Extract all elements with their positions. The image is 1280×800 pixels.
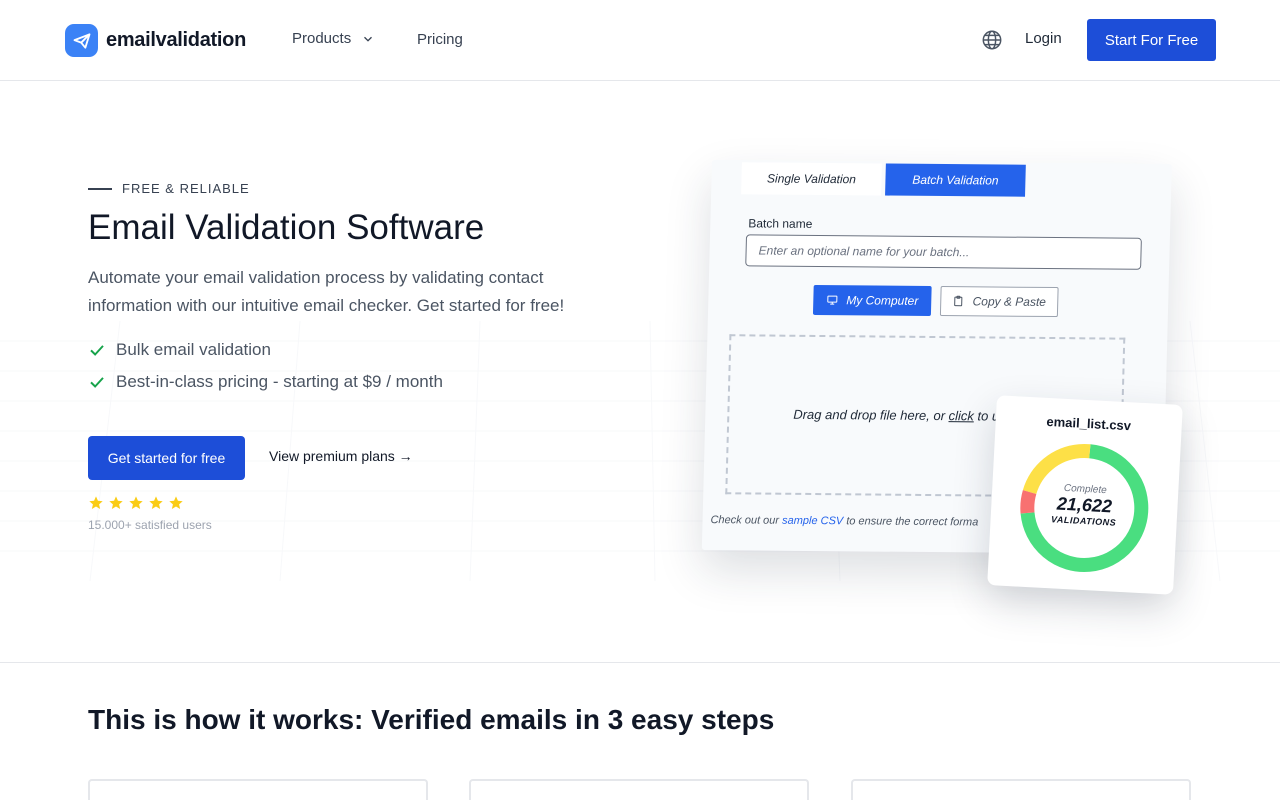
star-icon (129, 496, 143, 509)
star-icon (169, 496, 183, 509)
copy-paste-button[interactable]: Copy & Paste (939, 286, 1059, 318)
sample-csv-link[interactable]: sample CSV (782, 515, 843, 528)
my-computer-label: My Computer (846, 293, 919, 308)
check-icon (90, 345, 104, 356)
view-premium-plans-link[interactable]: View premium plans → (269, 448, 413, 464)
dropzone-text: Drag and drop file here, or click to upl (793, 406, 1010, 424)
clipboard-icon (954, 295, 963, 307)
star-icon (109, 496, 123, 509)
hero-eyebrow: FREE & RELIABLE (88, 181, 250, 196)
star-icon (89, 496, 103, 509)
nav-products-dropdown[interactable]: Products (292, 30, 375, 47)
step-card (88, 779, 428, 800)
step-card (469, 779, 809, 800)
eyebrow-dash (88, 187, 112, 190)
eyebrow-text: FREE & RELIABLE (122, 181, 250, 196)
rating-stars (88, 495, 184, 511)
paper-plane-icon (65, 24, 98, 57)
donut-center-label: Complete 21,622 VALIDATIONS (1015, 480, 1153, 529)
csv-filename: email_list.csv (1046, 413, 1132, 434)
start-for-free-button[interactable]: Start For Free (1087, 19, 1216, 61)
click-upload-link[interactable]: click (948, 408, 974, 423)
step-card (851, 779, 1191, 800)
satisfied-users-text: 15.000+ satisfied users (88, 518, 212, 532)
copy-paste-label: Copy & Paste (972, 294, 1047, 309)
monitor-icon (827, 295, 838, 305)
batch-name-input[interactable]: Enter an optional name for your batch... (745, 234, 1142, 270)
hero-title: Email Validation Software (88, 208, 485, 247)
top-navbar: emailvalidation Products Pricing Login S… (0, 0, 1280, 81)
chevron-down-icon (364, 36, 373, 42)
steps-section-title: This is how it works: Verified emails in… (88, 704, 775, 735)
nav-products-label: Products (292, 30, 352, 47)
nav-pricing-link[interactable]: Pricing (417, 31, 463, 48)
globe-icon[interactable] (981, 29, 1003, 51)
login-link[interactable]: Login (1025, 30, 1062, 47)
my-computer-button[interactable]: My Computer (812, 284, 932, 316)
feature-item: Bulk email validation (88, 340, 271, 360)
check-icon (90, 377, 104, 388)
tab-single-validation[interactable]: Single Validation (741, 162, 882, 196)
hero-description: Automate your email validation process b… (88, 268, 565, 315)
sample-csv-note: Check out our sample CSV to ensure the c… (710, 514, 979, 529)
feature-text: Bulk email validation (116, 340, 271, 359)
star-icon (149, 496, 163, 509)
logo-text: emailvalidation (106, 29, 246, 51)
logo[interactable]: emailvalidation (65, 24, 246, 57)
csv-progress-card: email_list.csv Complete 21,622 VALIDATIO… (987, 395, 1183, 595)
get-started-button[interactable]: Get started for free (88, 436, 245, 480)
batch-name-label: Batch name (748, 216, 813, 231)
feature-item: Best-in-class pricing - starting at $9 /… (88, 372, 443, 392)
section-divider (0, 662, 1280, 663)
tab-batch-validation[interactable]: Batch Validation (885, 163, 1026, 197)
feature-text: Best-in-class pricing - starting at $9 /… (116, 372, 443, 391)
